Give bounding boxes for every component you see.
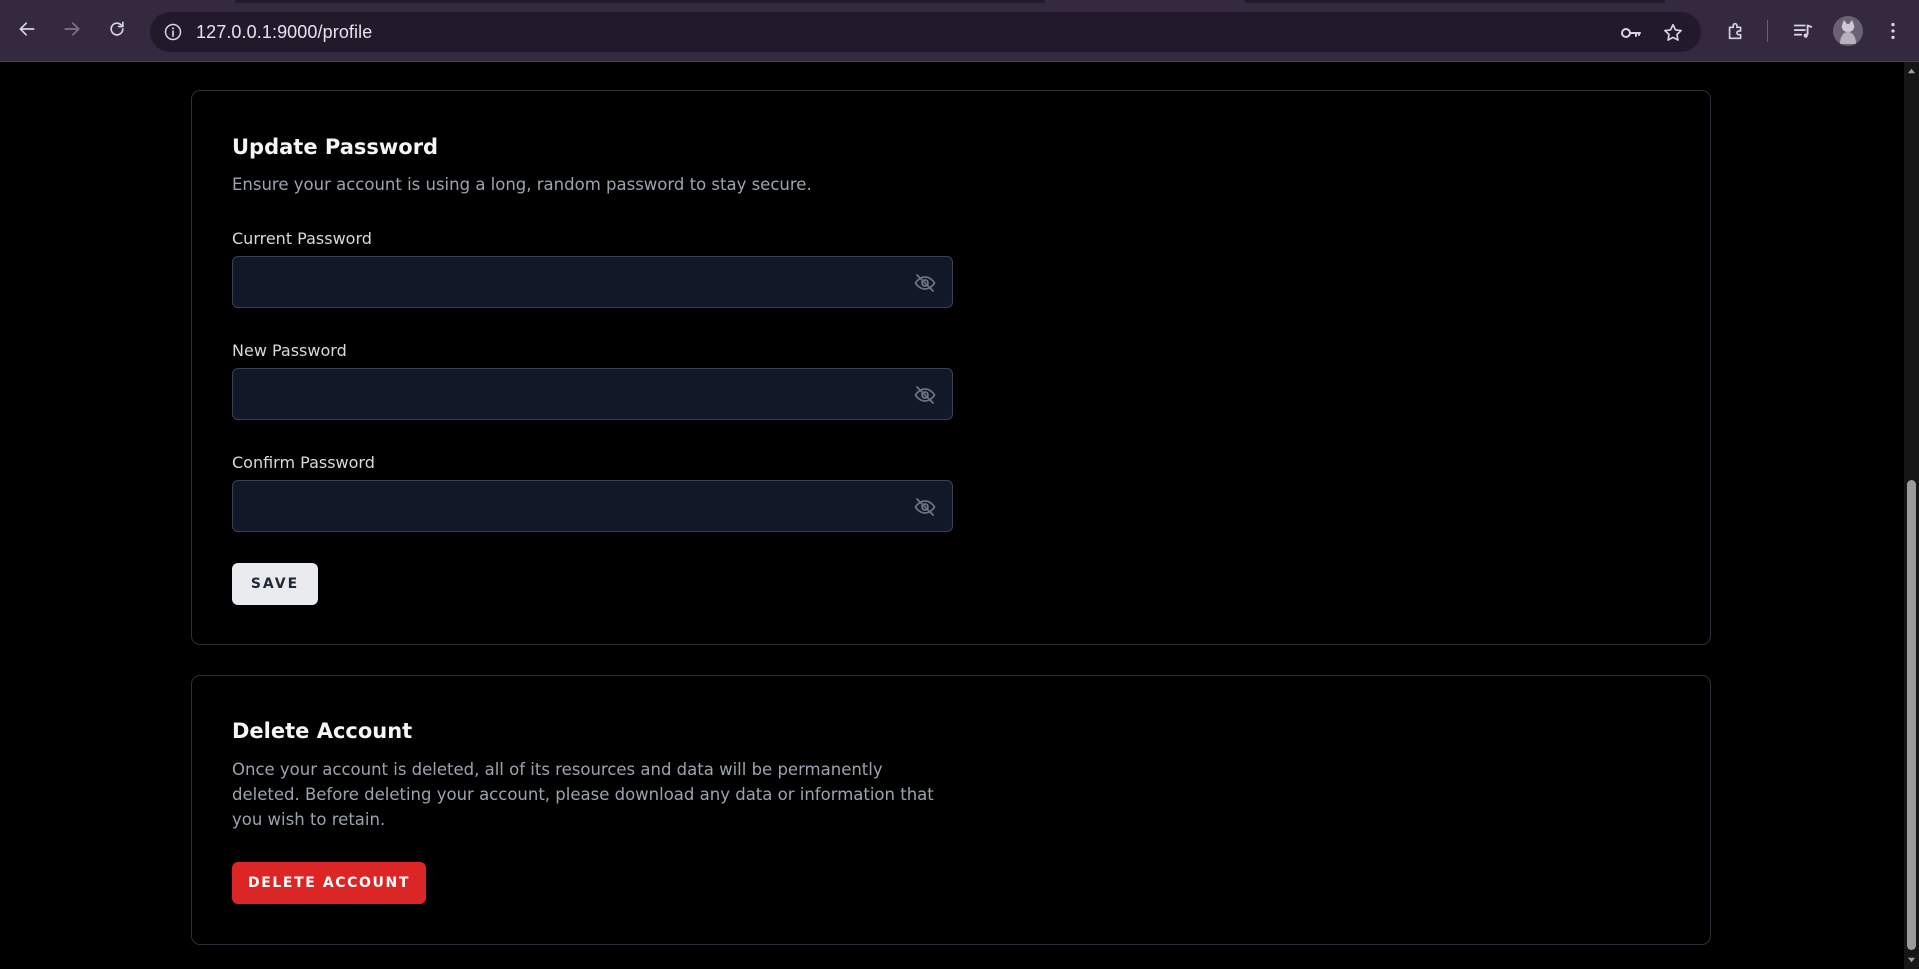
kebab-menu-icon[interactable] [1879, 17, 1907, 45]
confirm-password-field[interactable] [232, 480, 953, 532]
tab-strip-edge [1245, 0, 1665, 3]
reload-icon [107, 19, 127, 43]
star-icon[interactable] [1661, 21, 1685, 45]
puzzle-icon[interactable] [1722, 17, 1750, 45]
back-button[interactable] [11, 15, 43, 47]
update-password-title: Update Password [232, 135, 439, 159]
current-password-input[interactable] [233, 257, 952, 307]
confirm-password-label: Confirm Password [232, 453, 375, 472]
current-password-label: Current Password [232, 229, 372, 248]
tab-strip-edge [235, 0, 1045, 3]
scroll-up-arrow-icon[interactable] [1904, 64, 1919, 79]
arrow-right-icon [62, 19, 82, 43]
arrow-left-icon [17, 19, 37, 43]
page-scrollbar[interactable] [1904, 62, 1919, 969]
avatar[interactable] [1833, 16, 1863, 46]
url-text[interactable]: 127.0.0.1:9000/profile [196, 22, 372, 43]
new-password-field[interactable] [232, 368, 953, 420]
toolbar-divider [1767, 20, 1768, 42]
info-icon[interactable] [162, 21, 184, 43]
delete-account-description: Once your account is deleted, all of its… [232, 760, 934, 829]
confirm-password-input[interactable] [233, 481, 952, 531]
new-password-label: New Password [232, 341, 347, 360]
scroll-down-arrow-icon[interactable] [1904, 952, 1919, 967]
scroll-thumb[interactable] [1907, 480, 1916, 950]
reload-button[interactable] [101, 15, 133, 47]
key-icon[interactable] [1619, 21, 1643, 45]
eye-slash-icon[interactable] [912, 270, 938, 296]
address-bar[interactable]: 127.0.0.1:9000/profile [150, 12, 1701, 52]
update-password-card: Update Password Ensure your account is u… [191, 90, 1711, 645]
new-password-input[interactable] [233, 369, 952, 419]
current-password-field[interactable] [232, 256, 953, 308]
playlist-icon[interactable] [1789, 17, 1817, 45]
delete-account-title: Delete Account [232, 719, 413, 743]
save-button[interactable]: SAVE [232, 563, 318, 605]
browser-toolbar: 127.0.0.1:9000/profile [0, 0, 1919, 62]
delete-account-button[interactable]: DELETE ACCOUNT [232, 862, 426, 904]
forward-button[interactable] [56, 15, 88, 47]
delete-account-card: Delete Account Once your account is dele… [191, 675, 1711, 945]
eye-slash-icon[interactable] [912, 382, 938, 408]
eye-slash-icon[interactable] [912, 494, 938, 520]
update-password-description: Ensure your account is using a long, ran… [232, 175, 812, 194]
